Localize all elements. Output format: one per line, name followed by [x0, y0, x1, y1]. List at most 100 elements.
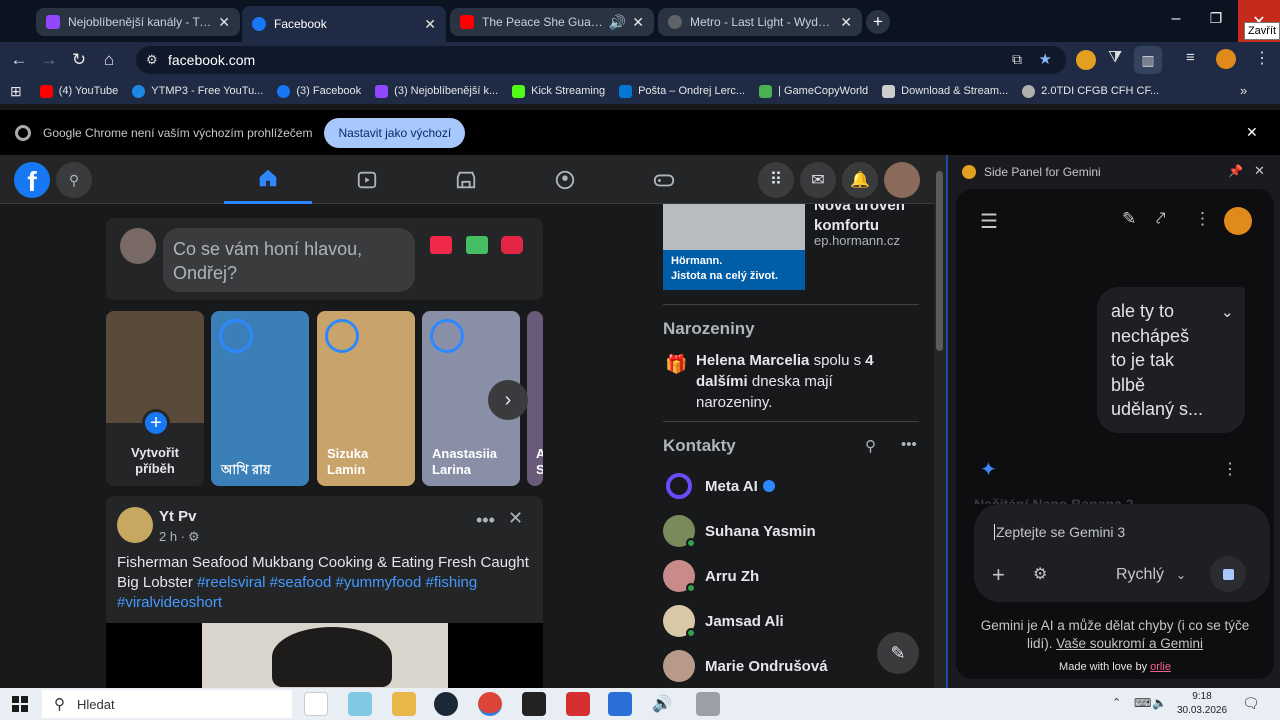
nav-gaming[interactable] — [620, 155, 708, 204]
notifications-icon[interactable]: 🗨 — [1242, 695, 1260, 712]
photo-icon[interactable] — [466, 236, 488, 254]
bookmark-gamecopyworld[interactable]: | GameCopyWorld — [759, 84, 868, 98]
folder-icon[interactable] — [392, 692, 416, 716]
composer-input[interactable]: Co se vám honí hlavou, Ondřej? — [163, 228, 415, 292]
messenger-button[interactable]: ✉ — [800, 162, 836, 198]
privacy-link[interactable]: Vaše soukromí a Gemini — [1056, 636, 1203, 651]
app-icon[interactable] — [566, 692, 590, 716]
sponsored-title[interactable]: Nová úroveň komfortu — [814, 204, 924, 236]
tab-close-icon[interactable]: ✕ — [218, 14, 230, 31]
contact-item[interactable]: Marie Ondrušová — [663, 646, 828, 686]
volume-icon[interactable]: 🔈 — [1152, 696, 1167, 710]
search-button[interactable]: ⚲ — [56, 162, 92, 198]
prompt-input[interactable]: Zeptejte se Gemini 3 — [994, 524, 1125, 540]
stories-next-button[interactable]: › — [488, 380, 528, 420]
live-video-icon[interactable] — [430, 236, 452, 254]
site-info-icon[interactable]: ⚙ — [146, 52, 158, 68]
account-avatar[interactable] — [884, 162, 920, 198]
back-button[interactable]: ← — [4, 45, 34, 75]
bookmark-facebook[interactable]: (3) Facebook — [277, 84, 361, 98]
nav-groups[interactable] — [521, 155, 609, 204]
network-icon[interactable]: ⌨ — [1134, 696, 1151, 710]
bookmark-kick[interactable]: Kick Streaming — [512, 84, 605, 98]
new-message-button[interactable]: ✎ — [877, 632, 919, 674]
forward-button[interactable]: → — [34, 45, 64, 75]
app-icon[interactable] — [522, 692, 546, 716]
menu-dots-icon[interactable]: ⋮ — [1254, 48, 1270, 68]
contact-item[interactable]: Arru Zh — [663, 556, 759, 596]
tab-peace[interactable]: The Peace She Guards | Am 🔊 ✕ — [450, 8, 654, 36]
story-item[interactable]: আখি রায় — [211, 311, 309, 486]
more-options-icon[interactable]: ⋮ — [1194, 209, 1211, 229]
notifications-button[interactable]: 🔔 — [842, 162, 878, 198]
post-hide-icon[interactable]: ✕ — [508, 508, 523, 529]
speaker-icon[interactable]: 🔊 — [652, 694, 672, 714]
file-icon[interactable] — [304, 692, 328, 716]
bookmark-posta[interactable]: Pošta – Ondrej Lerc... — [619, 84, 745, 98]
share-icon[interactable]: ⤤ — [1156, 209, 1166, 229]
side-panel-icon[interactable]: ▥ — [1134, 46, 1162, 74]
install-app-icon[interactable]: ⧉ — [1012, 51, 1022, 68]
bookmark-ytmp3[interactable]: YTMP3 - Free YouTu... — [132, 84, 263, 98]
pin-icon[interactable]: 📌 — [1228, 164, 1243, 178]
windows-start-icon[interactable] — [12, 696, 28, 712]
extension-emoji-icon[interactable] — [1076, 50, 1096, 70]
extensions-icon[interactable]: ⧩ — [1108, 49, 1122, 67]
taskbar-search[interactable]: ⚲ Hledat — [42, 690, 292, 718]
story-item[interactable]: Sizuka Lamin — [317, 311, 415, 486]
app-icon[interactable] — [608, 692, 632, 716]
nav-marketplace[interactable] — [422, 155, 510, 204]
contact-item[interactable]: Suhana Yasmin — [663, 511, 816, 551]
tab-close-icon[interactable]: ✕ — [840, 14, 852, 31]
tab-facebook[interactable]: Facebook ✕ — [242, 6, 446, 42]
mode-selector[interactable]: Rychlý ⌄ — [1116, 566, 1186, 584]
contacts-search-icon[interactable]: ⚲ — [865, 437, 876, 455]
tab-metro[interactable]: Metro - Last Light - Wydanie K ✕ — [658, 8, 862, 36]
menu-button[interactable]: ⠿ — [758, 162, 794, 198]
response-options-icon[interactable]: ⋮ — [1222, 459, 1238, 479]
gemini-profile-avatar[interactable] — [1224, 207, 1252, 235]
post-author[interactable]: Yt Pv — [159, 508, 197, 525]
birthdays-text[interactable]: Helena Marcelia spolu s 4 dalšími dneska… — [696, 350, 876, 413]
tab-close-icon[interactable]: ✕ — [424, 16, 436, 33]
steam-icon[interactable] — [434, 692, 458, 716]
bookmark-twitch[interactable]: (3) Nejoblíbenější k... — [375, 84, 498, 98]
reload-button[interactable]: ↻ — [64, 45, 94, 75]
apps-grid-icon[interactable]: ⊞ — [10, 83, 22, 100]
add-icon[interactable]: + — [992, 562, 1005, 588]
infobar-close-icon[interactable]: ✕ — [1246, 124, 1258, 141]
stop-button[interactable] — [1210, 556, 1246, 592]
tray-chevron-icon[interactable]: ⌃ — [1112, 696, 1121, 709]
bookmark-download-stream[interactable]: Download & Stream... — [882, 84, 1008, 98]
home-button[interactable]: ⌂ — [94, 45, 124, 75]
profile-avatar[interactable] — [1216, 49, 1236, 69]
bookmark-star-icon[interactable]: ★ — [1039, 50, 1052, 68]
media-control-icon[interactable]: ≡ — [1186, 49, 1195, 66]
tools-icon[interactable]: ⚙ — [1033, 564, 1047, 584]
sponsored-image[interactable]: Hörmann. Jistota na celý život. — [663, 204, 805, 290]
page-scrollbar[interactable] — [934, 155, 946, 688]
more-bookmarks-icon[interactable]: » — [1240, 83, 1247, 98]
set-default-button[interactable]: Nastavit jako výchozí — [324, 117, 466, 148]
nav-home[interactable] — [224, 155, 312, 204]
clock[interactable]: 9:18 30.03.2026 — [1172, 690, 1232, 718]
address-bar[interactable]: ⚙ facebook.com ⧉ ★ — [136, 46, 1066, 74]
scrollbar-thumb[interactable] — [936, 171, 943, 351]
post-author-avatar[interactable] — [117, 507, 153, 543]
minimize-button[interactable]: – — [1164, 10, 1188, 32]
speaker-icon[interactable]: 🔊 — [609, 14, 626, 31]
contacts-options-icon[interactable]: ••• — [901, 436, 917, 453]
bookmark-youtube[interactable]: (4) YouTube — [39, 84, 118, 98]
chrome-taskbar-icon[interactable] — [478, 692, 502, 716]
tab-close-icon[interactable]: ✕ — [632, 14, 644, 31]
tab-twitch[interactable]: Nejoblíbenější kanály - Twitch ✕ — [36, 8, 240, 36]
expand-chevron-icon[interactable]: ⌄ — [1221, 301, 1234, 326]
contact-item[interactable]: Jamsad Ali — [663, 601, 784, 641]
explorer-icon[interactable] — [348, 692, 372, 716]
bookmark-tdi[interactable]: 2.0TDI CFGB CFH CF... — [1022, 84, 1159, 98]
app-icon[interactable] — [696, 692, 720, 716]
new-tab-button[interactable]: + — [866, 10, 890, 34]
contact-item[interactable]: Meta AI — [663, 466, 775, 506]
story-create[interactable]: + Vytvořit příběh — [106, 311, 204, 486]
hamburger-icon[interactable]: ☰ — [980, 209, 998, 234]
